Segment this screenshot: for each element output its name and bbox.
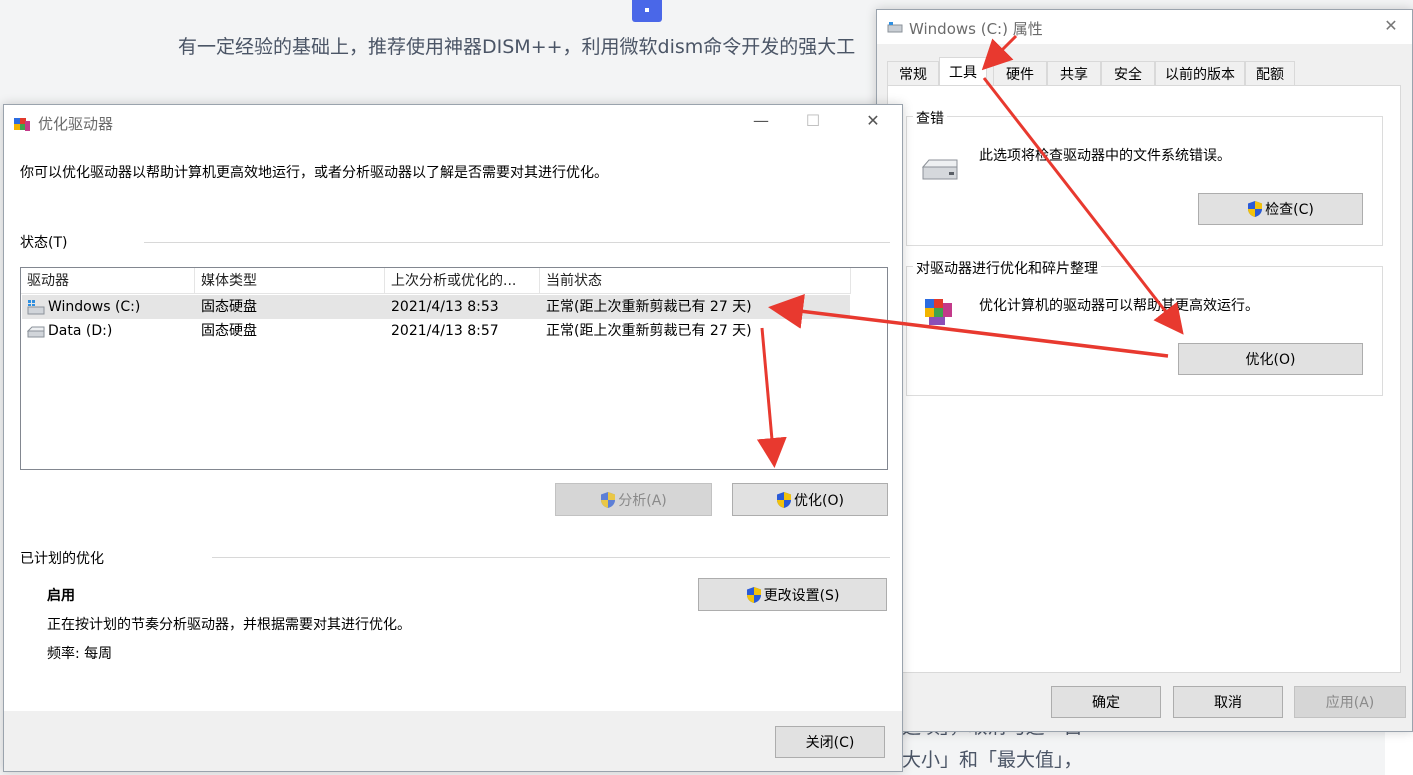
minimize-button[interactable]: — [750, 113, 772, 129]
schedule-description: 正在按计划的节奏分析驱动器，并根据需要对其进行优化。 [47, 617, 411, 633]
analyze-button-label: 分析(A) [618, 492, 667, 509]
defrag-app-icon [14, 118, 30, 131]
check-description: 此选项将检查驱动器中的文件系统错误。 [979, 148, 1231, 164]
tab-previous-versions[interactable]: 以前的版本 [1155, 61, 1245, 85]
drive-last-run: 2021/4/13 8:53 [391, 299, 499, 315]
drive-status: 正常(距上次重新剪裁已有 27 天) [546, 323, 752, 339]
apply-button-label: 应用(A) [1325, 695, 1375, 711]
close-dialog-label: 关闭(C) [805, 735, 855, 751]
drive-icon [887, 22, 903, 33]
window-title: 优化驱动器 [38, 115, 114, 133]
top-nav-button[interactable] [632, 0, 662, 22]
schedule-frequency: 频率: 每周 [47, 646, 113, 662]
title-bar[interactable]: Windows (C:) 属性 ✕ [877, 10, 1412, 44]
drive-name: Windows (C:) [48, 299, 141, 315]
tab-quota[interactable]: 配额 [1245, 61, 1295, 85]
ok-button-label: 确定 [1092, 695, 1120, 711]
intro-text: 你可以优化驱动器以帮助计算机更高效地运行，或者分析驱动器以了解是否需要对其进行优… [20, 165, 608, 181]
optimize-description: 优化计算机的驱动器可以帮助其更高效运行。 [979, 298, 1259, 314]
article-text-line: 有一定经验的基础上，推荐使用神器DISM++，利用微软dism命令开发的强大工 [178, 36, 856, 58]
optimize-button[interactable]: 优化(O) [1178, 343, 1363, 375]
cancel-button[interactable]: 取消 [1173, 686, 1283, 718]
tab-hardware[interactable]: 硬件 [993, 61, 1047, 85]
tab-security[interactable]: 安全 [1101, 61, 1155, 85]
list-header: 驱动器 媒体类型 上次分析或优化的... 当前状态 [21, 268, 851, 294]
column-last-run[interactable]: 上次分析或优化的... [385, 268, 540, 294]
drive-icon [27, 326, 45, 338]
column-media-type[interactable]: 媒体类型 [195, 268, 385, 294]
section-divider [212, 557, 890, 558]
change-settings-button[interactable]: 更改设置(S) [698, 578, 887, 611]
column-current-status[interactable]: 当前状态 [540, 268, 851, 294]
analyze-button[interactable]: 分析(A) [555, 483, 712, 516]
table-row[interactable]: Windows (C:) 固态硬盘 2021/4/13 8:53 正常(距上次重… [22, 295, 850, 319]
optimize-group: 对驱动器进行优化和碎片整理 优化计算机的驱动器可以帮助其更高效运行。 优化(O) [906, 258, 1383, 396]
table-row[interactable]: Data (D:) 固态硬盘 2021/4/13 8:57 正常(距上次重新剪裁… [22, 319, 850, 343]
status-section-label: 状态(T) [20, 235, 68, 251]
error-checking-group: 查错 此选项将检查驱动器中的文件系统错误。 检查(C) [906, 108, 1383, 246]
optimize-drive-button[interactable]: 优化(O) [732, 483, 888, 516]
drive-last-run: 2021/4/13 8:57 [391, 323, 499, 339]
cancel-button-label: 取消 [1214, 695, 1242, 711]
windows-drive-icon [27, 300, 45, 315]
tab-sharing[interactable]: 共享 [1047, 61, 1101, 85]
uac-shield-icon [777, 491, 792, 508]
uac-shield-icon [1248, 201, 1263, 217]
window-title: Windows (C:) 属性 [909, 20, 1043, 38]
drive-name: Data (D:) [48, 323, 113, 339]
close-button[interactable]: ✕ [862, 113, 884, 129]
section-divider [144, 242, 890, 243]
tab-general[interactable]: 常规 [887, 61, 939, 85]
article-text-line: 大小」和「最大值」， [902, 749, 1083, 771]
check-button-label: 检查(C) [1265, 202, 1314, 218]
page-edge [1385, 730, 1413, 775]
uac-shield-icon [601, 491, 616, 508]
defrag-icon [925, 299, 952, 325]
footer-bar: 关闭(C) [4, 711, 902, 771]
drive-media-type: 固态硬盘 [201, 299, 257, 315]
drive-properties-window: Windows (C:) 属性 ✕ 常规 工具 硬件 共享 安全 以前的版本 配… [876, 9, 1413, 732]
close-dialog-button[interactable]: 关闭(C) [775, 726, 885, 758]
optimize-drive-button-label: 优化(O) [794, 492, 844, 509]
group-title: 查错 [913, 108, 947, 128]
schedule-state: 启用 [47, 588, 75, 604]
drive-status: 正常(距上次重新剪裁已有 27 天) [546, 299, 752, 315]
apply-button[interactable]: 应用(A) [1294, 686, 1406, 718]
scheduled-section-label: 已计划的优化 [20, 551, 104, 567]
tab-tools[interactable]: 工具 [939, 57, 987, 85]
uac-shield-icon [746, 586, 761, 603]
change-settings-label: 更改设置(S) [763, 587, 840, 604]
optimize-button-label: 优化(O) [1245, 352, 1296, 368]
drive-list[interactable]: 驱动器 媒体类型 上次分析或优化的... 当前状态 Windows (C:) 固… [20, 267, 888, 470]
column-drive[interactable]: 驱动器 [21, 268, 195, 294]
drive-media-type: 固态硬盘 [201, 323, 257, 339]
close-button[interactable]: ✕ [1380, 18, 1402, 34]
maximize-button[interactable]: ☐ [802, 113, 824, 129]
title-bar[interactable]: 优化驱动器 — ☐ ✕ [4, 105, 902, 139]
ok-button[interactable]: 确定 [1051, 686, 1161, 718]
group-title: 对驱动器进行优化和碎片整理 [913, 258, 1101, 278]
hard-drive-icon [921, 159, 958, 180]
tools-tab-panel: 查错 此选项将检查驱动器中的文件系统错误。 检查(C) 对驱动器进行优化和碎片整… [887, 85, 1401, 673]
optimize-drives-window: 优化驱动器 — ☐ ✕ 你可以优化驱动器以帮助计算机更高效地运行，或者分析驱动器… [3, 104, 903, 772]
check-button[interactable]: 检查(C) [1198, 193, 1363, 225]
